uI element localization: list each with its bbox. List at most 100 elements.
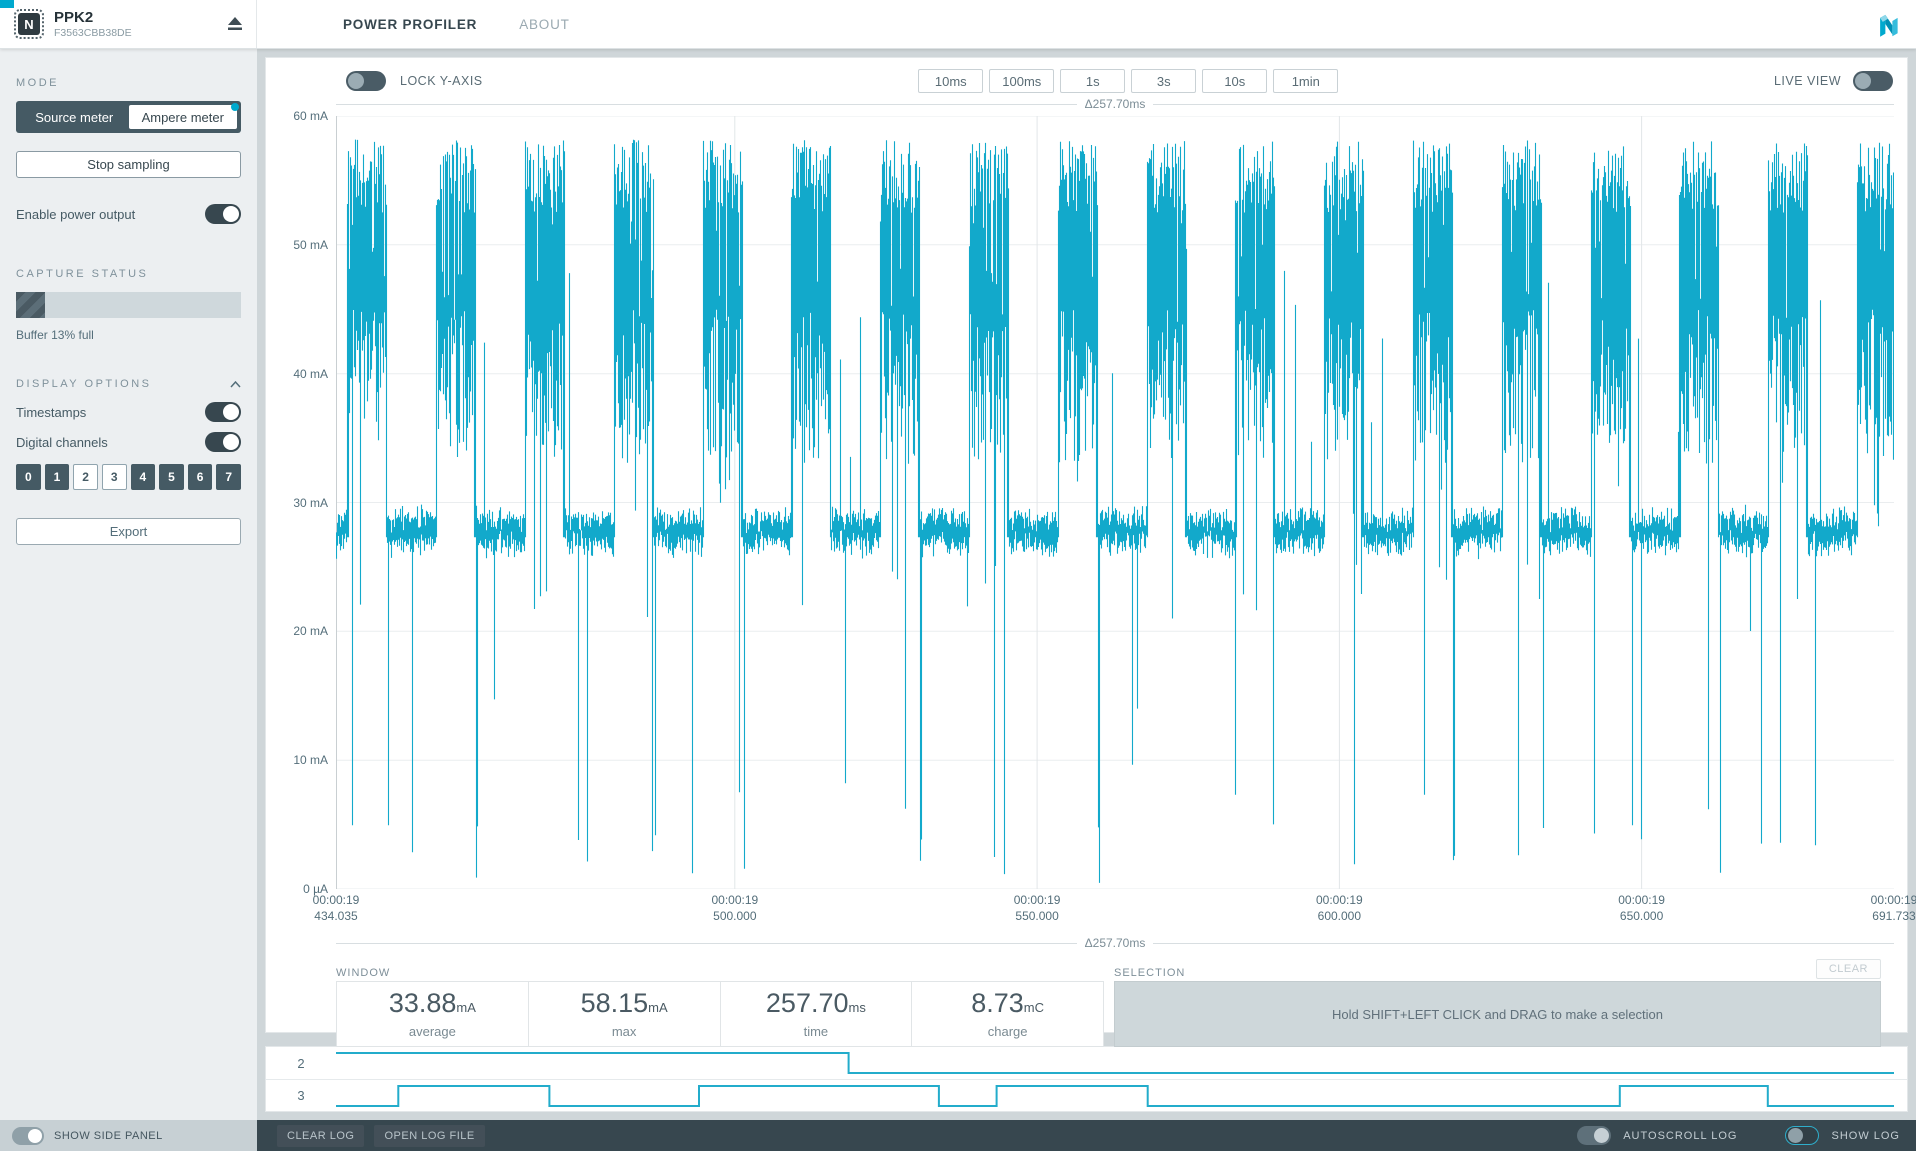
stop-sampling-button[interactable]: Stop sampling: [16, 151, 241, 178]
autoscroll-log-label: AUTOSCROLL LOG: [1623, 1130, 1737, 1142]
app-header: N PPK2 F3563CBB38DE POWER PROFILER ABOUT: [0, 0, 1916, 49]
channel-button-7[interactable]: 7: [216, 464, 241, 490]
y-tick-label: 10 mA: [266, 753, 328, 767]
stat-value: 58.15: [581, 988, 649, 1018]
tab-power-profiler[interactable]: POWER PROFILER: [343, 17, 477, 32]
waveform-plot[interactable]: [336, 116, 1894, 889]
mode-section-label: MODE: [16, 77, 241, 89]
window-button-10s[interactable]: 10s: [1202, 69, 1267, 93]
show-log-toggle[interactable]: [1785, 1126, 1819, 1145]
channel-button-1[interactable]: 1: [45, 464, 70, 490]
display-options-label: DISPLAY OPTIONS: [16, 378, 152, 390]
selection-clear-button[interactable]: CLEAR: [1816, 959, 1881, 979]
delta-line: [1153, 943, 1894, 944]
toggle-knob: [28, 1129, 42, 1143]
nordic-logo-icon: [1874, 10, 1902, 38]
power-output-toggle[interactable]: [205, 204, 241, 224]
show-side-panel-toggle[interactable]: [12, 1127, 44, 1145]
y-tick-label: 50 mA: [266, 238, 328, 252]
selection-box[interactable]: Hold SHIFT+LEFT CLICK and DRAG to make a…: [1114, 981, 1881, 1047]
live-view-label: LIVE VIEW: [1774, 74, 1841, 88]
window-stats-label: WINDOW: [336, 967, 390, 979]
window-button-3s[interactable]: 3s: [1131, 69, 1196, 93]
selection-hint: Hold SHIFT+LEFT CLICK and DRAG to make a…: [1332, 1007, 1663, 1022]
device-section: N PPK2 F3563CBB38DE: [0, 0, 257, 48]
main-area: LOCK Y-AXIS 10ms100ms1s3s10s1min LIVE VI…: [257, 49, 1916, 1120]
export-button[interactable]: Export: [16, 518, 241, 545]
channel-button-0[interactable]: 0: [16, 464, 41, 490]
device-name: PPK2: [54, 9, 132, 26]
lock-y-axis-toggle[interactable]: [346, 71, 386, 91]
stat-unit: ms: [849, 1000, 866, 1015]
x-tick-label: 00:00:19550.000: [1014, 893, 1061, 924]
window-button-10ms[interactable]: 10ms: [918, 69, 983, 93]
timestamps-toggle[interactable]: [205, 402, 241, 422]
window-stat-max: 58.15mAmax: [529, 982, 721, 1046]
current-chart[interactable]: 60 mA50 mA40 mA30 mA20 mA10 mA0 µA: [266, 116, 1907, 889]
x-tick-label: 00:00:19600.000: [1316, 893, 1363, 924]
digital-channels-label: Digital channels: [16, 435, 108, 450]
digital-waveform-2: [336, 1047, 1894, 1079]
autoscroll-log-toggle[interactable]: [1577, 1126, 1611, 1145]
toggle-knob: [223, 404, 239, 420]
clear-log-button[interactable]: CLEAR LOG: [277, 1125, 364, 1147]
toggle-knob: [348, 73, 364, 89]
power-output-row: Enable power output: [16, 204, 241, 224]
buffer-progress-bar: [16, 292, 241, 318]
y-tick-label: 40 mA: [266, 367, 328, 381]
selection-stats-group: SELECTION CLEAR Hold SHIFT+LEFT CLICK an…: [1114, 959, 1881, 1047]
window-stat-average: 33.88mAaverage: [337, 982, 529, 1046]
digital-channels-toggle[interactable]: [205, 432, 241, 452]
delta-line: [336, 943, 1077, 944]
time-window-buttons: 10ms100ms1s3s10s1min: [918, 69, 1338, 93]
stat-value-row: 8.73mC: [971, 990, 1044, 1017]
stat-sublabel: charge: [988, 1024, 1028, 1039]
selected-mode-dot: [231, 103, 239, 111]
channel-button-5[interactable]: 5: [159, 464, 184, 490]
lock-y-axis-label: LOCK Y-AXIS: [400, 74, 483, 88]
eject-device-button[interactable]: [226, 16, 244, 32]
mode-option-ampere-meter[interactable]: Ampere meter: [129, 105, 238, 129]
digital-channels-panel: 23: [265, 1046, 1908, 1112]
open-log-file-button[interactable]: OPEN LOG FILE: [374, 1125, 484, 1147]
digital-lane-3[interactable]: 3: [266, 1079, 1907, 1111]
channel-button-2[interactable]: 2: [73, 464, 98, 490]
selection-label: SELECTION: [1114, 967, 1185, 979]
toggle-knob: [223, 206, 239, 222]
show-side-panel-label: SHOW SIDE PANEL: [54, 1130, 163, 1142]
digital-trace-3: [336, 1086, 1894, 1106]
side-panel: MODE Source meterAmpere meter Stop sampl…: [0, 49, 257, 1120]
stats-row: WINDOW 33.88mAaverage58.15mAmax257.70mst…: [336, 959, 1881, 1047]
live-view-toggle[interactable]: [1853, 71, 1893, 91]
stat-unit: mA: [456, 1000, 476, 1015]
window-stat-charge: 8.73mC charge: [912, 982, 1103, 1046]
channel-button-3[interactable]: 3: [102, 464, 127, 490]
stat-sublabel: time: [804, 1024, 829, 1039]
display-options-header[interactable]: DISPLAY OPTIONS: [16, 378, 241, 390]
stat-sublabel: max: [612, 1024, 637, 1039]
window-button-100ms[interactable]: 100ms: [989, 69, 1054, 93]
stat-value: 8.73: [971, 988, 1024, 1018]
timestamps-row: Timestamps: [16, 402, 241, 422]
bottom-bar-left: SHOW SIDE PANEL: [0, 1120, 257, 1151]
window-button-1s[interactable]: 1s: [1060, 69, 1125, 93]
power-output-label: Enable power output: [16, 207, 135, 222]
nordic-logo: [1874, 0, 1916, 48]
window-stat-time: 257.70ms time: [721, 982, 913, 1046]
bottom-status-bar: SHOW SIDE PANEL CLEAR LOG OPEN LOG FILE …: [0, 1120, 1916, 1151]
window-button-1min[interactable]: 1min: [1273, 69, 1338, 93]
y-tick-label: 20 mA: [266, 624, 328, 638]
mode-option-source-meter[interactable]: Source meter: [20, 105, 129, 129]
chip-letter: N: [18, 13, 40, 35]
y-tick-label: 30 mA: [266, 496, 328, 510]
channel-button-6[interactable]: 6: [188, 464, 213, 490]
window-stats-box: 33.88mAaverage58.15mAmax257.70mstime8.73…: [336, 981, 1104, 1047]
delta-top: Δ257.70ms: [336, 96, 1894, 112]
stat-value: 257.70: [766, 988, 849, 1018]
x-tick-label: 00:00:19650.000: [1618, 893, 1665, 924]
chart-panel: LOCK Y-AXIS 10ms100ms1s3s10s1min LIVE VI…: [265, 57, 1908, 1033]
tab-about[interactable]: ABOUT: [519, 17, 570, 32]
digital-lane-2[interactable]: 2: [266, 1047, 1907, 1079]
channel-button-4[interactable]: 4: [131, 464, 156, 490]
toggle-knob: [223, 434, 239, 450]
